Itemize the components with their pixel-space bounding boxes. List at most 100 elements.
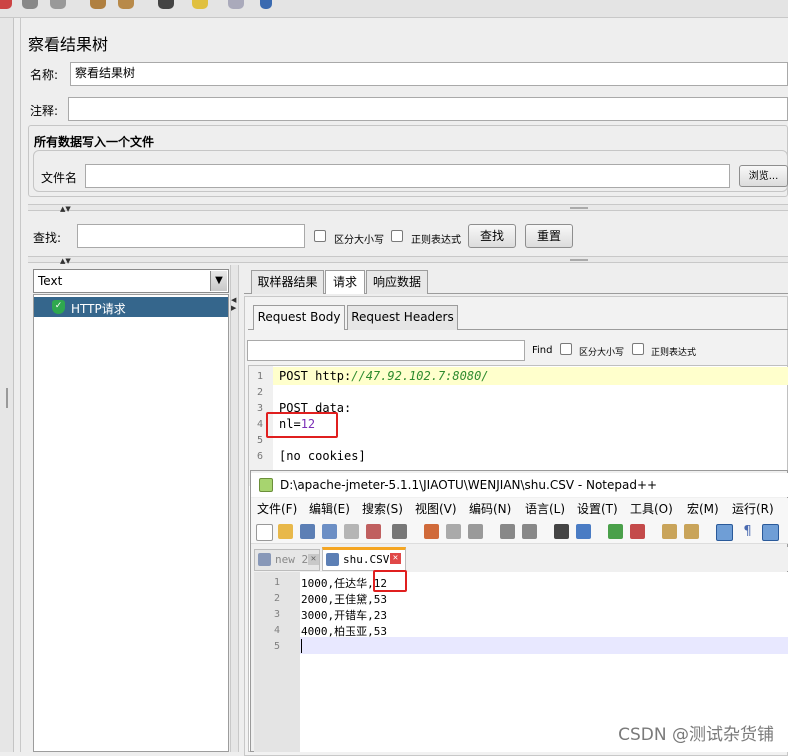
search-input[interactable] [77, 224, 305, 248]
tab-new-2[interactable]: new 2 ✕ [254, 549, 320, 571]
renderer-select[interactable]: Text ▼ [33, 269, 229, 293]
sync-v-icon[interactable] [662, 524, 677, 539]
tab-request-body[interactable]: Request Body [253, 305, 345, 330]
highlight-box-request-param [266, 412, 338, 438]
file-section-heading: 所有数据写入一个文件 [34, 135, 155, 149]
case-sensitive-label: 区分大小写 [334, 235, 384, 246]
result-tree [33, 294, 229, 752]
request-case-checkbox[interactable] [560, 343, 572, 355]
cut-icon[interactable] [424, 524, 439, 539]
request-url: //47.92.102.7:8080/ [351, 369, 489, 383]
shutdown-icon[interactable] [22, 0, 38, 9]
watermark: CSDN @测试杂货铺 [618, 725, 774, 745]
gear-icon[interactable] [50, 0, 66, 9]
menu-edit[interactable]: 编辑(E) [309, 498, 350, 520]
find-icon[interactable] [554, 524, 569, 539]
find-button[interactable]: 查找 [468, 224, 516, 248]
binoculars-icon[interactable] [158, 0, 174, 9]
zoom-in-icon[interactable] [608, 524, 623, 539]
indent-guide-icon[interactable] [762, 524, 779, 541]
replace-icon[interactable] [576, 524, 591, 539]
line-number: 2 [257, 387, 264, 398]
main-toolbar [0, 0, 788, 18]
menu-encoding[interactable]: 编码(N) [469, 498, 511, 520]
function-helper-icon[interactable] [228, 0, 244, 9]
help-icon[interactable] [260, 0, 272, 9]
browse-button[interactable]: 浏览... [739, 165, 788, 187]
divider-arrows-icon[interactable]: ◀ ▶ [231, 296, 236, 312]
broom-icon[interactable] [90, 0, 106, 9]
menu-file[interactable]: 文件(F) [257, 498, 297, 520]
show-all-chars-icon[interactable]: ¶ [740, 524, 755, 539]
tab-shu-csv-label: shu.CSV [343, 553, 390, 566]
tree-split-strip[interactable] [0, 18, 14, 752]
panel-title: 察看结果树 [28, 35, 109, 54]
splitter-grip-icon-2 [570, 259, 588, 261]
csv-line-3: 3000,开错车,23 [301, 609, 387, 622]
clear-all-icon[interactable] [118, 0, 134, 9]
file-saved-icon [258, 553, 271, 566]
new-file-icon[interactable] [256, 524, 273, 541]
reset-button[interactable]: 重置 [525, 224, 573, 248]
tab-request[interactable]: 请求 [325, 270, 365, 294]
np-line-number: 3 [273, 609, 280, 620]
menu-tools[interactable]: 工具(O) [630, 498, 673, 520]
renderer-selected-value: Text [38, 274, 63, 288]
line-number: 1 [257, 371, 264, 382]
copy-icon[interactable] [446, 524, 461, 539]
filename-field[interactable] [85, 164, 730, 188]
vertical-splitter[interactable] [28, 204, 788, 211]
chevron-down-icon[interactable]: ▼ [210, 271, 227, 291]
notepad-app-icon [259, 478, 273, 492]
split-grip-icon [6, 388, 8, 408]
case-sensitive-checkbox[interactable] [314, 230, 326, 242]
tree-detail-divider[interactable] [230, 265, 239, 752]
np-line-number: 4 [273, 625, 280, 636]
menu-view[interactable]: 视图(V) [415, 498, 457, 520]
splitter-grip-icon [570, 207, 588, 209]
request-find-input[interactable] [247, 340, 525, 361]
print-icon[interactable] [392, 524, 407, 539]
zoom-out-icon[interactable] [630, 524, 645, 539]
search-label: 查找: [33, 231, 62, 245]
np-line-number: 5 [273, 641, 280, 652]
save-all-icon[interactable] [322, 524, 337, 539]
collapse-arrows-icon-2[interactable]: ▲▼ [60, 257, 71, 265]
undo-icon[interactable] [500, 524, 515, 539]
menu-macro[interactable]: 宏(M) [687, 498, 719, 520]
close-file-icon[interactable] [344, 524, 359, 539]
menu-language[interactable]: 语言(L) [525, 498, 565, 520]
line-number: 3 [257, 403, 264, 414]
sync-h-icon[interactable] [684, 524, 699, 539]
notepad-title: D:\apache-jmeter-5.1.1\JIAOTU\WENJIAN\sh… [280, 478, 658, 492]
tab-sampler-result[interactable]: 取样器结果 [251, 270, 324, 294]
notepad-current-line [300, 637, 788, 654]
redo-icon[interactable] [522, 524, 537, 539]
word-wrap-icon[interactable] [716, 524, 733, 541]
tree-item-http-request[interactable]: ✓ HTTP请求 [34, 297, 228, 317]
menu-run[interactable]: 运行(R) [732, 498, 774, 520]
save-icon[interactable] [300, 524, 315, 539]
name-field[interactable]: 察看结果树 [70, 62, 788, 86]
request-line-6: [no cookies] [279, 449, 366, 463]
request-regex-checkbox[interactable] [632, 343, 644, 355]
tab-request-headers[interactable]: Request Headers [347, 305, 458, 330]
paste-icon[interactable] [468, 524, 483, 539]
csv-line-4: 4000,柏玉亚,53 [301, 625, 387, 638]
tab-response-data[interactable]: 响应数据 [366, 270, 428, 294]
close-tab-icon[interactable]: ✕ [308, 554, 319, 565]
close-tab-icon[interactable]: ✕ [390, 553, 401, 564]
open-file-icon[interactable] [278, 524, 293, 539]
line-number: 5 [257, 435, 264, 446]
reset-search-icon[interactable] [192, 0, 208, 9]
menu-search[interactable]: 搜索(S) [362, 498, 403, 520]
collapse-arrows-icon[interactable]: ▲▼ [60, 205, 71, 213]
horizontal-splitter[interactable] [28, 256, 788, 263]
stop-icon[interactable] [0, 0, 12, 9]
comment-field[interactable] [68, 97, 788, 121]
regex-checkbox[interactable] [391, 230, 403, 242]
tab-shu-csv[interactable]: shu.CSV ✕ [322, 547, 406, 571]
file-saved-icon [326, 553, 339, 566]
menu-settings[interactable]: 设置(T) [577, 498, 618, 520]
close-all-icon[interactable] [366, 524, 381, 539]
